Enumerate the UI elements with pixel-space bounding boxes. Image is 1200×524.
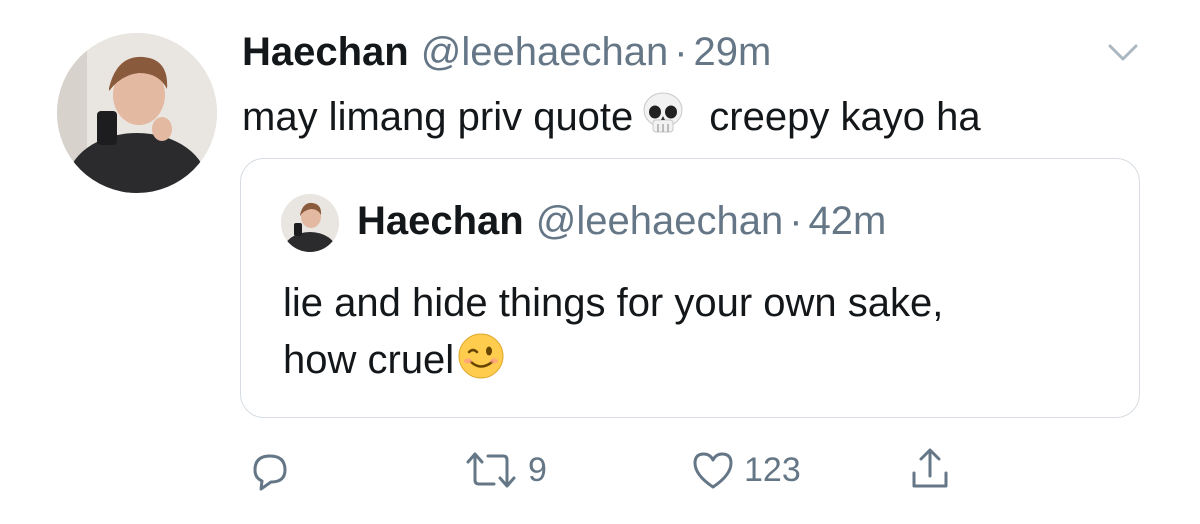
chevron-down-icon[interactable]: [1106, 40, 1140, 66]
quoted-header: Haechan @leehaechan · 42m: [357, 199, 886, 244]
tweet-text-start: may limang priv quote: [242, 95, 634, 139]
quoted-text-line1: lie and hide things for your own sake,: [283, 281, 944, 325]
share-icon: [912, 448, 948, 488]
quoted-text-line2: how cruel: [283, 338, 455, 382]
tweet-header: Haechan @leehaechan · 29m: [242, 30, 771, 82]
avatar[interactable]: [57, 33, 217, 193]
retweet-icon: [466, 452, 516, 488]
quoted-avatar[interactable]: [281, 194, 339, 252]
tweet-text-end: creepy kayo ha: [709, 95, 981, 139]
reply-icon: [253, 454, 287, 491]
quoted-tweet-card[interactable]: Haechan @leehaechan · 42m lie and hide t…: [240, 158, 1140, 418]
quoted-avatar-photo: [281, 194, 339, 252]
heart-icon: [693, 452, 733, 489]
like-button[interactable]: 123: [690, 448, 801, 492]
retweet-button[interactable]: 9: [462, 448, 547, 492]
quoted-text: lie and hide things for your own sake, h…: [283, 275, 1103, 396]
retweet-count: 9: [528, 450, 547, 489]
winking-face-emoji: [456, 331, 506, 396]
share-button[interactable]: [907, 446, 953, 492]
quoted-author-handle: @leehaechan: [535, 199, 784, 243]
separator-dot: ·: [674, 30, 688, 74]
author-name[interactable]: Haechan: [242, 30, 409, 75]
tweet-timestamp[interactable]: 29m: [694, 30, 772, 75]
tweet-text: may limang priv quote creepy kayo ha: [242, 90, 981, 151]
tweet-actions: 9 123: [0, 440, 1200, 500]
skull-emoji: [639, 90, 687, 151]
quoted-author-name: Haechan: [357, 199, 524, 243]
author-handle[interactable]: @leehaechan: [421, 30, 668, 75]
avatar-photo: [57, 33, 217, 193]
quoted-timestamp: 42m: [808, 199, 887, 243]
like-count: 123: [744, 450, 801, 489]
reply-button[interactable]: [247, 450, 293, 494]
quoted-text-line2-wrap: how cruel: [283, 331, 1103, 396]
quoted-separator-dot: ·: [789, 199, 803, 243]
